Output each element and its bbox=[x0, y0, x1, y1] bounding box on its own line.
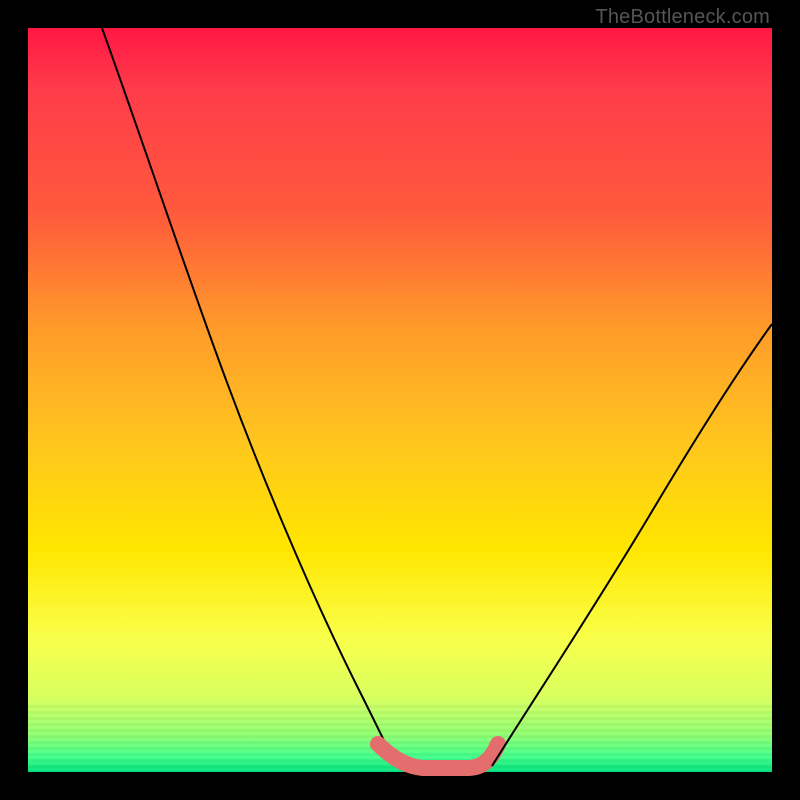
plot-area bbox=[28, 28, 772, 772]
valley-highlight-segment bbox=[378, 744, 498, 768]
curve-layer bbox=[28, 28, 772, 772]
watermark-text: TheBottleneck.com bbox=[595, 6, 770, 29]
left-descending-curve bbox=[102, 28, 396, 766]
chart-frame: TheBottleneck.com bbox=[0, 0, 800, 800]
right-ascending-curve bbox=[492, 324, 772, 766]
